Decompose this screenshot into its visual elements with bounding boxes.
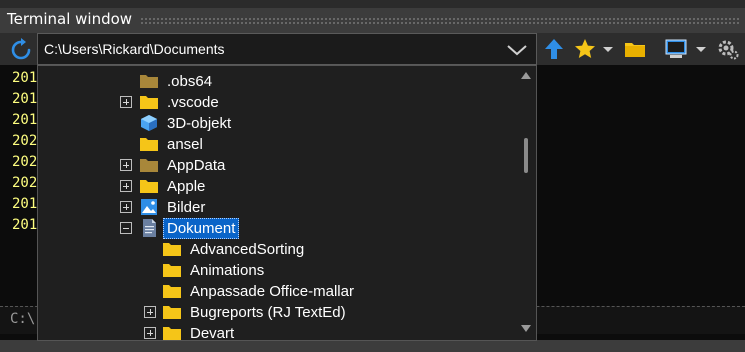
terminal-line: 201 (12, 217, 38, 233)
document-icon (143, 219, 156, 237)
window-title: Terminal window (7, 10, 133, 28)
terminal-line: 201 (12, 196, 38, 212)
expand-icon[interactable] (120, 96, 132, 108)
star-dropdown-icon[interactable] (600, 37, 616, 61)
collapse-icon[interactable] (120, 222, 132, 234)
folder-icon (163, 264, 181, 277)
pictures-icon (141, 199, 157, 215)
folder-icon (163, 306, 181, 319)
cube-icon (141, 115, 157, 131)
scroll-up-icon[interactable] (521, 72, 531, 79)
title-grip[interactable] (140, 17, 739, 25)
tree-item[interactable]: AdvancedSorting (38, 239, 518, 260)
tree-item[interactable]: Bilder (38, 197, 518, 218)
tree-item-label: Bilder (167, 199, 206, 216)
up-arrow-icon[interactable] (542, 37, 566, 61)
title-bar: Terminal window (0, 0, 745, 33)
tree-item-label: .vscode (167, 94, 219, 111)
terminal-line: 201 (12, 112, 38, 128)
tree-item[interactable]: Anpassade Office-mallar (38, 281, 518, 302)
path-combobox[interactable]: C:\Users\Rickard\Documents (37, 33, 537, 65)
monitor-icon[interactable] (664, 37, 688, 61)
tree-item-label: Apple (167, 178, 206, 195)
tree-item[interactable]: AppData (38, 155, 518, 176)
folder-icon (163, 243, 181, 256)
folder-icon (140, 180, 158, 193)
path-input[interactable]: C:\Users\Rickard\Documents (44, 41, 225, 57)
tree-item-label: AdvancedSorting (190, 241, 305, 258)
expand-icon[interactable] (144, 327, 156, 339)
scroll-thumb[interactable] (524, 138, 528, 173)
refresh-icon[interactable] (9, 38, 33, 62)
expand-icon[interactable] (144, 306, 156, 318)
tree-item-label: .obs64 (167, 73, 213, 90)
command-prompt: C:\ (10, 311, 36, 327)
star-icon[interactable] (573, 37, 597, 61)
folder-icon (140, 75, 158, 88)
expand-icon[interactable] (120, 180, 132, 192)
tree-item-selected[interactable]: Dokument (38, 218, 518, 239)
tree-item-label: Bugreports (RJ TextEd) (190, 304, 346, 321)
tree-item[interactable]: .vscode (38, 92, 518, 113)
expand-icon[interactable] (120, 201, 132, 213)
tree-item[interactable]: Apple (38, 176, 518, 197)
tree-item[interactable]: ansel (38, 134, 518, 155)
chevron-down-icon[interactable] (506, 41, 528, 59)
monitor-dropdown-icon[interactable] (693, 37, 709, 61)
tree-item-label: Animations (190, 262, 265, 279)
terminal-line: 202 (12, 133, 38, 149)
tree-item-label: AppData (167, 157, 226, 174)
folder-icon (163, 285, 181, 298)
tree-item[interactable]: .obs64 (38, 71, 518, 92)
tree-item[interactable]: 3D-objekt (38, 113, 518, 134)
tree-item[interactable]: Animations (38, 260, 518, 281)
tree-item-label: Anpassade Office-mallar (190, 283, 354, 300)
tree-item-label: Dokument (163, 218, 240, 239)
scroll-down-icon[interactable] (521, 325, 531, 332)
folder-icon (140, 138, 158, 151)
status-bar (0, 340, 745, 352)
tree-item[interactable]: Bugreports (RJ TextEd) (38, 302, 518, 323)
folder-icon (163, 327, 181, 340)
vertical-scrollbar[interactable] (517, 66, 536, 340)
tree-item-label: Devart (190, 325, 235, 341)
folder-icon[interactable] (623, 37, 647, 61)
gear-icon[interactable] (716, 37, 740, 61)
folder-icon (140, 159, 158, 172)
folder-icon (140, 96, 158, 109)
tree-item-label: 3D-objekt (167, 115, 232, 132)
folder-tree-dropdown[interactable]: .obs64 .vscode 3D-objekt ansel AppData A… (37, 65, 537, 341)
terminal-line: 202 (12, 175, 38, 191)
terminal-line: 202 (12, 154, 38, 170)
terminal-line: 201 (12, 91, 38, 107)
expand-icon[interactable] (120, 159, 132, 171)
tree-item[interactable]: Devart (38, 323, 518, 341)
tree-item-label: ansel (167, 136, 203, 153)
terminal-line: 201 (12, 70, 38, 86)
